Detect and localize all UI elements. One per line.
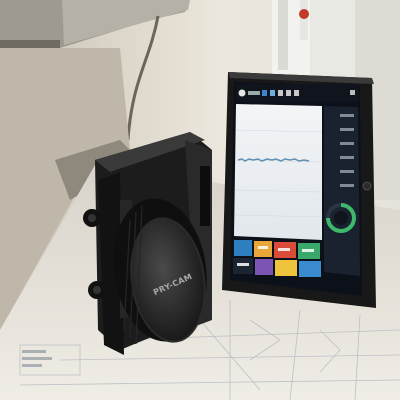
metric-tile-7 (275, 260, 297, 276)
metric-tile-8 (299, 261, 321, 277)
app-logo-icon (238, 89, 246, 97)
pry-cam-device (83, 132, 212, 355)
plot-area (234, 104, 322, 240)
tablet-screen (230, 82, 362, 296)
background-red-object (299, 9, 309, 19)
tablet (222, 72, 376, 308)
tablet-home-button (362, 181, 372, 191)
metric-tile-6 (255, 259, 273, 275)
side-panel (324, 106, 360, 276)
metric-tile-1 (234, 240, 252, 256)
photo (0, 0, 400, 400)
